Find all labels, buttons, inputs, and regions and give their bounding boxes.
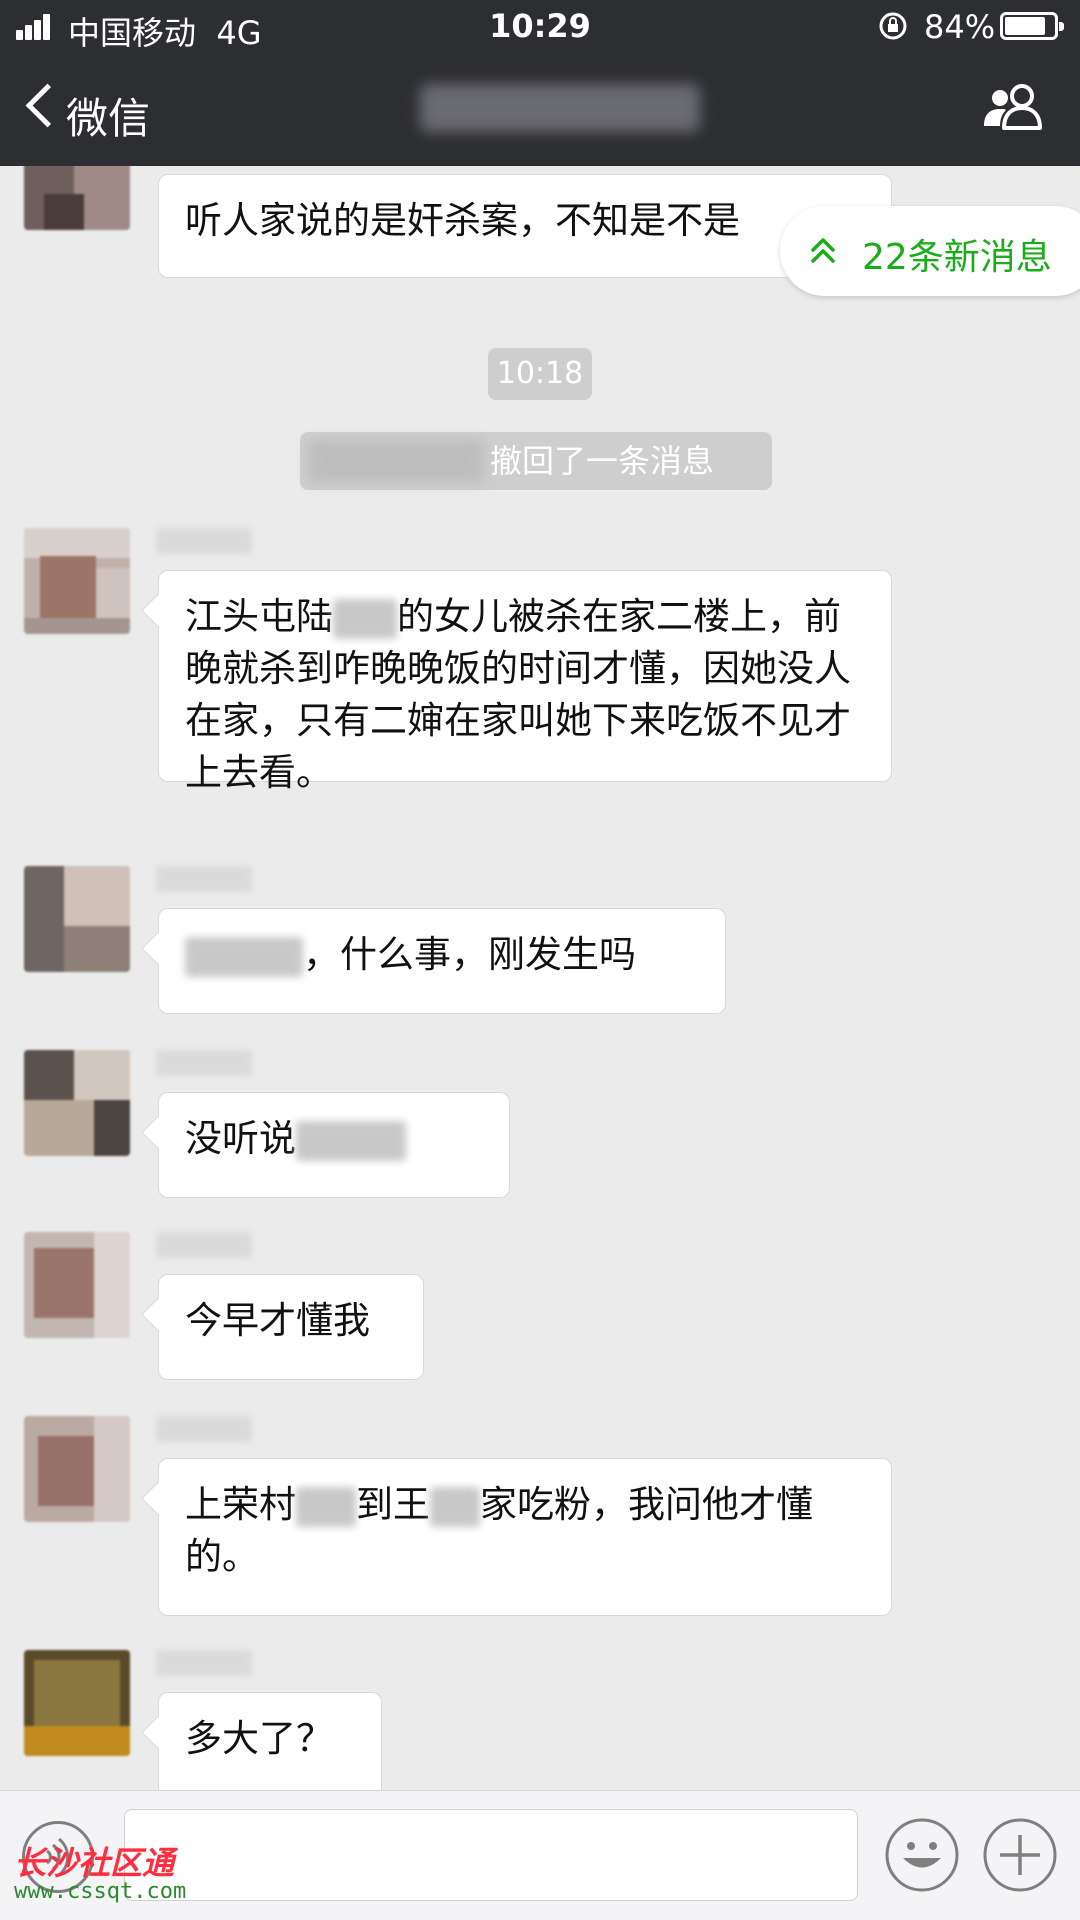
redacted-text	[430, 1486, 480, 1527]
message-bubble[interactable]: 今早才懂我	[158, 1274, 424, 1380]
chat-title-redacted	[420, 84, 700, 132]
message-list[interactable]: 听人家说的是奸杀案，不知是不是 10:18 撤回了一条消息 江头屯陆 的女儿被杀在…	[0, 166, 1080, 1790]
recall-notice-text: 撤回了一条消息	[490, 442, 715, 480]
back-label: 微信	[66, 94, 151, 143]
avatar[interactable]	[24, 1050, 130, 1156]
status-time: 10:29	[489, 7, 591, 45]
message-bubble[interactable]: ，什么事，刚发生吗	[158, 908, 726, 1014]
message-bubble[interactable]: 多大了？	[158, 1692, 382, 1790]
redacted-text	[333, 598, 397, 639]
avatar[interactable]	[24, 866, 130, 972]
message-text-a: 江头屯陆	[185, 595, 333, 638]
message-bubble[interactable]: 没听说	[158, 1092, 510, 1198]
message-text: ，什么事，刚发生吗	[303, 933, 636, 976]
sender-name-redacted	[156, 1650, 252, 1676]
sender-name-redacted	[156, 1232, 252, 1258]
message-text-b: 到王	[356, 1483, 430, 1526]
message-text: 今早才懂我	[185, 1299, 370, 1342]
avatar[interactable]	[24, 1650, 130, 1756]
sender-name-redacted	[156, 1050, 252, 1076]
avatar[interactable]	[24, 1416, 130, 1522]
time-divider: 10:18	[488, 348, 592, 400]
redacted-name	[308, 440, 484, 482]
avatar[interactable]	[24, 528, 130, 634]
status-bar: 中国移动 4G 10:29 84%	[0, 0, 1080, 54]
sender-name-redacted	[156, 1416, 252, 1442]
chevron-left-icon	[25, 83, 70, 128]
watermark-site: www.cssqt.com	[14, 1879, 187, 1904]
message-bubble[interactable]: 上荣村 到王 家吃粉，我问他才懂的。	[158, 1458, 892, 1616]
message-text: 多大了？	[185, 1717, 333, 1760]
battery-icon	[1000, 12, 1064, 40]
redacted-mention	[296, 1120, 406, 1161]
message-text: 没听说	[185, 1117, 296, 1160]
watermark: 长沙社区通 www.cssqt.com	[14, 1846, 186, 1904]
redacted-text	[296, 1486, 356, 1527]
redacted-mention	[185, 936, 303, 977]
rotation-lock-icon	[879, 12, 907, 40]
avatar[interactable]	[24, 166, 130, 230]
new-messages-label: 22条新消息	[862, 237, 1052, 278]
sender-name-redacted	[156, 528, 252, 554]
message-bubble[interactable]: 江头屯陆 的女儿被杀在家二楼上，前晚就杀到咋晚晚饭的时间才懂，因她没人在家，只有二…	[158, 570, 892, 794]
watermark-brand: 长沙社区通	[14, 1844, 175, 1882]
battery-percent: 84%	[924, 8, 996, 46]
double-chevron-up-icon	[811, 238, 835, 263]
emoji-icon[interactable]	[884, 1817, 960, 1893]
message-input[interactable]	[124, 1809, 858, 1901]
message-text-a: 上荣村	[185, 1483, 296, 1526]
message-text: 听人家说的是奸杀案，不知是不是	[185, 199, 740, 242]
new-messages-button[interactable]: 22条新消息	[780, 206, 1080, 296]
plus-icon[interactable]	[982, 1817, 1058, 1893]
message-text-b: 的女儿被杀在家二楼	[397, 595, 730, 638]
avatar[interactable]	[24, 1232, 130, 1338]
sender-name-redacted	[156, 866, 252, 892]
group-members-icon[interactable]	[982, 82, 1048, 132]
chat-header: 微信	[0, 54, 1080, 166]
recall-notice: 撤回了一条消息	[300, 432, 772, 490]
